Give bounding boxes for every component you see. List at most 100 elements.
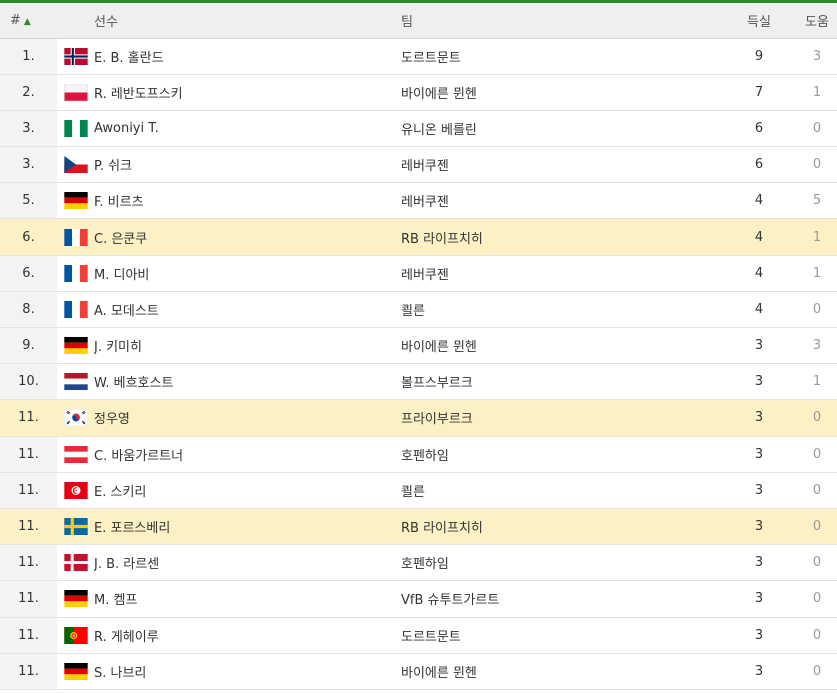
team-cell[interactable]: 바이에른 뮌헨 — [401, 653, 741, 690]
player-name[interactable]: E. 스키리 — [94, 481, 146, 500]
team-cell[interactable]: 레버쿠젠 — [401, 146, 741, 184]
table-row[interactable]: 5. F. 비르츠 레버쿠젠 4 5 — [0, 182, 837, 220]
player-name[interactable]: J. B. 라르센 — [94, 553, 159, 572]
assists-cell: 1 — [793, 255, 837, 292]
table-row[interactable]: 1. E. B. 홀란드 도르트문트 9 3 — [0, 38, 837, 75]
team-name[interactable]: VfB 슈투트가르트 — [401, 589, 499, 608]
player-cell[interactable]: S. 나브리 — [94, 653, 401, 690]
table-row[interactable]: 11. 정우영 프라이부르크 3 0 — [0, 399, 837, 437]
player-cell[interactable]: 정우영 — [94, 399, 401, 437]
team-cell[interactable]: RB 라이프치히 — [401, 508, 741, 546]
table-row[interactable]: 2. R. 레반도프스키 바이에른 뮌헨 7 1 — [0, 74, 837, 111]
player-cell[interactable]: M. 디아비 — [94, 255, 401, 292]
player-name[interactable]: E. B. 홀란드 — [94, 47, 164, 66]
player-cell[interactable]: E. B. 홀란드 — [94, 38, 401, 75]
player-name[interactable]: C. 바움가르트너 — [94, 445, 183, 464]
team-name[interactable]: 쾰른 — [401, 481, 425, 500]
player-cell[interactable]: R. 게헤이루 — [94, 617, 401, 654]
player-name[interactable]: F. 비르츠 — [94, 191, 144, 210]
player-cell[interactable]: R. 레반도프스키 — [94, 74, 401, 111]
team-cell[interactable]: RB 라이프치히 — [401, 218, 741, 256]
player-name[interactable]: S. 나브리 — [94, 662, 146, 681]
player-cell[interactable]: P. 쉬크 — [94, 146, 401, 184]
rank-header[interactable]: # ▲ — [0, 3, 57, 39]
table-row[interactable]: 11. M. 켐프 VfB 슈투트가르트 3 0 — [0, 580, 837, 618]
player-cell[interactable]: J. B. 라르센 — [94, 544, 401, 582]
player-name[interactable]: Awoniyi T. — [94, 121, 159, 136]
team-cell[interactable]: 쾰른 — [401, 472, 741, 509]
assists-header[interactable]: 도움 — [793, 3, 837, 39]
team-name[interactable]: 프라이부르크 — [401, 408, 473, 427]
team-name[interactable]: 유니온 베를린 — [401, 119, 477, 138]
player-name[interactable]: P. 쉬크 — [94, 155, 132, 174]
team-cell[interactable]: 레버쿠젠 — [401, 182, 741, 220]
team-header[interactable]: 팀 — [401, 3, 741, 39]
team-cell[interactable]: 도르트문트 — [401, 617, 741, 654]
table-row[interactable]: 9. J. 키미히 바이에른 뮌헨 3 3 — [0, 327, 837, 365]
team-name[interactable]: 레버쿠젠 — [401, 191, 449, 210]
table-row[interactable]: 11. C. 바움가르트너 호펜하임 3 0 — [0, 436, 837, 473]
team-cell[interactable]: VfB 슈투트가르트 — [401, 580, 741, 618]
table-row[interactable]: 3. Awoniyi T. 유니온 베를린 6 0 — [0, 110, 837, 148]
player-cell[interactable]: M. 켐프 — [94, 580, 401, 618]
goals-cell: 4 — [741, 182, 777, 220]
table-row[interactable]: 11. S. 나브리 바이에른 뮌헨 3 0 — [0, 653, 837, 690]
team-name[interactable]: 도르트문트 — [401, 47, 461, 66]
team-cell[interactable]: 호펜하임 — [401, 436, 741, 473]
player-cell[interactable]: E. 스키리 — [94, 472, 401, 509]
table-row[interactable]: 11. R. 게헤이루 도르트문트 3 0 — [0, 617, 837, 654]
player-name[interactable]: E. 포르스베리 — [94, 517, 170, 536]
player-name[interactable]: A. 모데스트 — [94, 300, 159, 319]
sort-ascending-icon[interactable]: ▲ — [24, 17, 31, 27]
player-cell[interactable]: C. 바움가르트너 — [94, 436, 401, 473]
table-row[interactable]: 11. J. B. 라르센 호펜하임 3 0 — [0, 544, 837, 582]
player-name[interactable]: W. 베흐호스트 — [94, 372, 173, 391]
player-name[interactable]: 정우영 — [94, 408, 130, 427]
table-row[interactable]: 6. C. 은쿤쿠 RB 라이프치히 4 1 — [0, 218, 837, 256]
team-cell[interactable]: 유니온 베를린 — [401, 110, 741, 148]
team-name[interactable]: 바이에른 뮌헨 — [401, 336, 477, 355]
table-row[interactable]: 11. E. 포르스베리 RB 라이프치히 3 0 — [0, 508, 837, 546]
player-cell[interactable]: W. 베흐호스트 — [94, 363, 401, 401]
team-name[interactable]: 바이에른 뮌헨 — [401, 83, 477, 102]
player-name[interactable]: R. 레반도프스키 — [94, 83, 183, 102]
player-cell[interactable]: E. 포르스베리 — [94, 508, 401, 546]
player-name[interactable]: J. 키미히 — [94, 336, 142, 355]
table-row[interactable]: 3. P. 쉬크 레버쿠젠 6 0 — [0, 146, 837, 184]
player-cell[interactable]: F. 비르츠 — [94, 182, 401, 220]
team-name[interactable]: 레버쿠젠 — [401, 155, 449, 174]
team-name[interactable]: 볼프스부르크 — [401, 372, 473, 391]
goals-header[interactable]: 득실 — [741, 3, 777, 39]
team-name[interactable]: 도르트문트 — [401, 626, 461, 645]
player-cell[interactable]: J. 키미히 — [94, 327, 401, 365]
team-cell[interactable]: 쾰른 — [401, 291, 741, 329]
team-cell[interactable]: 바이에른 뮌헨 — [401, 74, 741, 111]
player-name[interactable]: M. 디아비 — [94, 264, 149, 283]
team-cell[interactable]: 레버쿠젠 — [401, 255, 741, 292]
team-name[interactable]: RB 라이프치히 — [401, 228, 483, 247]
team-cell[interactable]: 바이에른 뮌헨 — [401, 327, 741, 365]
team-cell[interactable]: 도르트문트 — [401, 38, 741, 75]
player-name[interactable]: R. 게헤이루 — [94, 626, 159, 645]
table-row[interactable]: 8. A. 모데스트 쾰른 4 0 — [0, 291, 837, 329]
cell-gap — [777, 291, 793, 329]
team-name[interactable]: RB 라이프치히 — [401, 517, 483, 536]
team-cell[interactable]: 볼프스부르크 — [401, 363, 741, 401]
table-row[interactable]: 6. M. 디아비 레버쿠젠 4 1 — [0, 255, 837, 292]
team-name[interactable]: 쾰른 — [401, 300, 425, 319]
team-name[interactable]: 호펜하임 — [401, 553, 449, 572]
team-cell[interactable]: 프라이부르크 — [401, 399, 741, 437]
team-name[interactable]: 호펜하임 — [401, 445, 449, 464]
player-name[interactable]: M. 켐프 — [94, 589, 137, 608]
table-row[interactable]: 10. W. 베흐호스트 볼프스부르크 3 1 — [0, 363, 837, 401]
player-name[interactable]: C. 은쿤쿠 — [94, 228, 147, 247]
player-cell[interactable]: Awoniyi T. — [94, 110, 401, 148]
rank-cell: 11. — [0, 617, 57, 654]
player-cell[interactable]: C. 은쿤쿠 — [94, 218, 401, 256]
team-name[interactable]: 바이에른 뮌헨 — [401, 662, 477, 681]
player-cell[interactable]: A. 모데스트 — [94, 291, 401, 329]
team-name[interactable]: 레버쿠젠 — [401, 264, 449, 283]
player-header[interactable]: 선수 — [94, 3, 401, 39]
team-cell[interactable]: 호펜하임 — [401, 544, 741, 582]
table-row[interactable]: 11. E. 스키리 쾰른 3 0 — [0, 472, 837, 509]
